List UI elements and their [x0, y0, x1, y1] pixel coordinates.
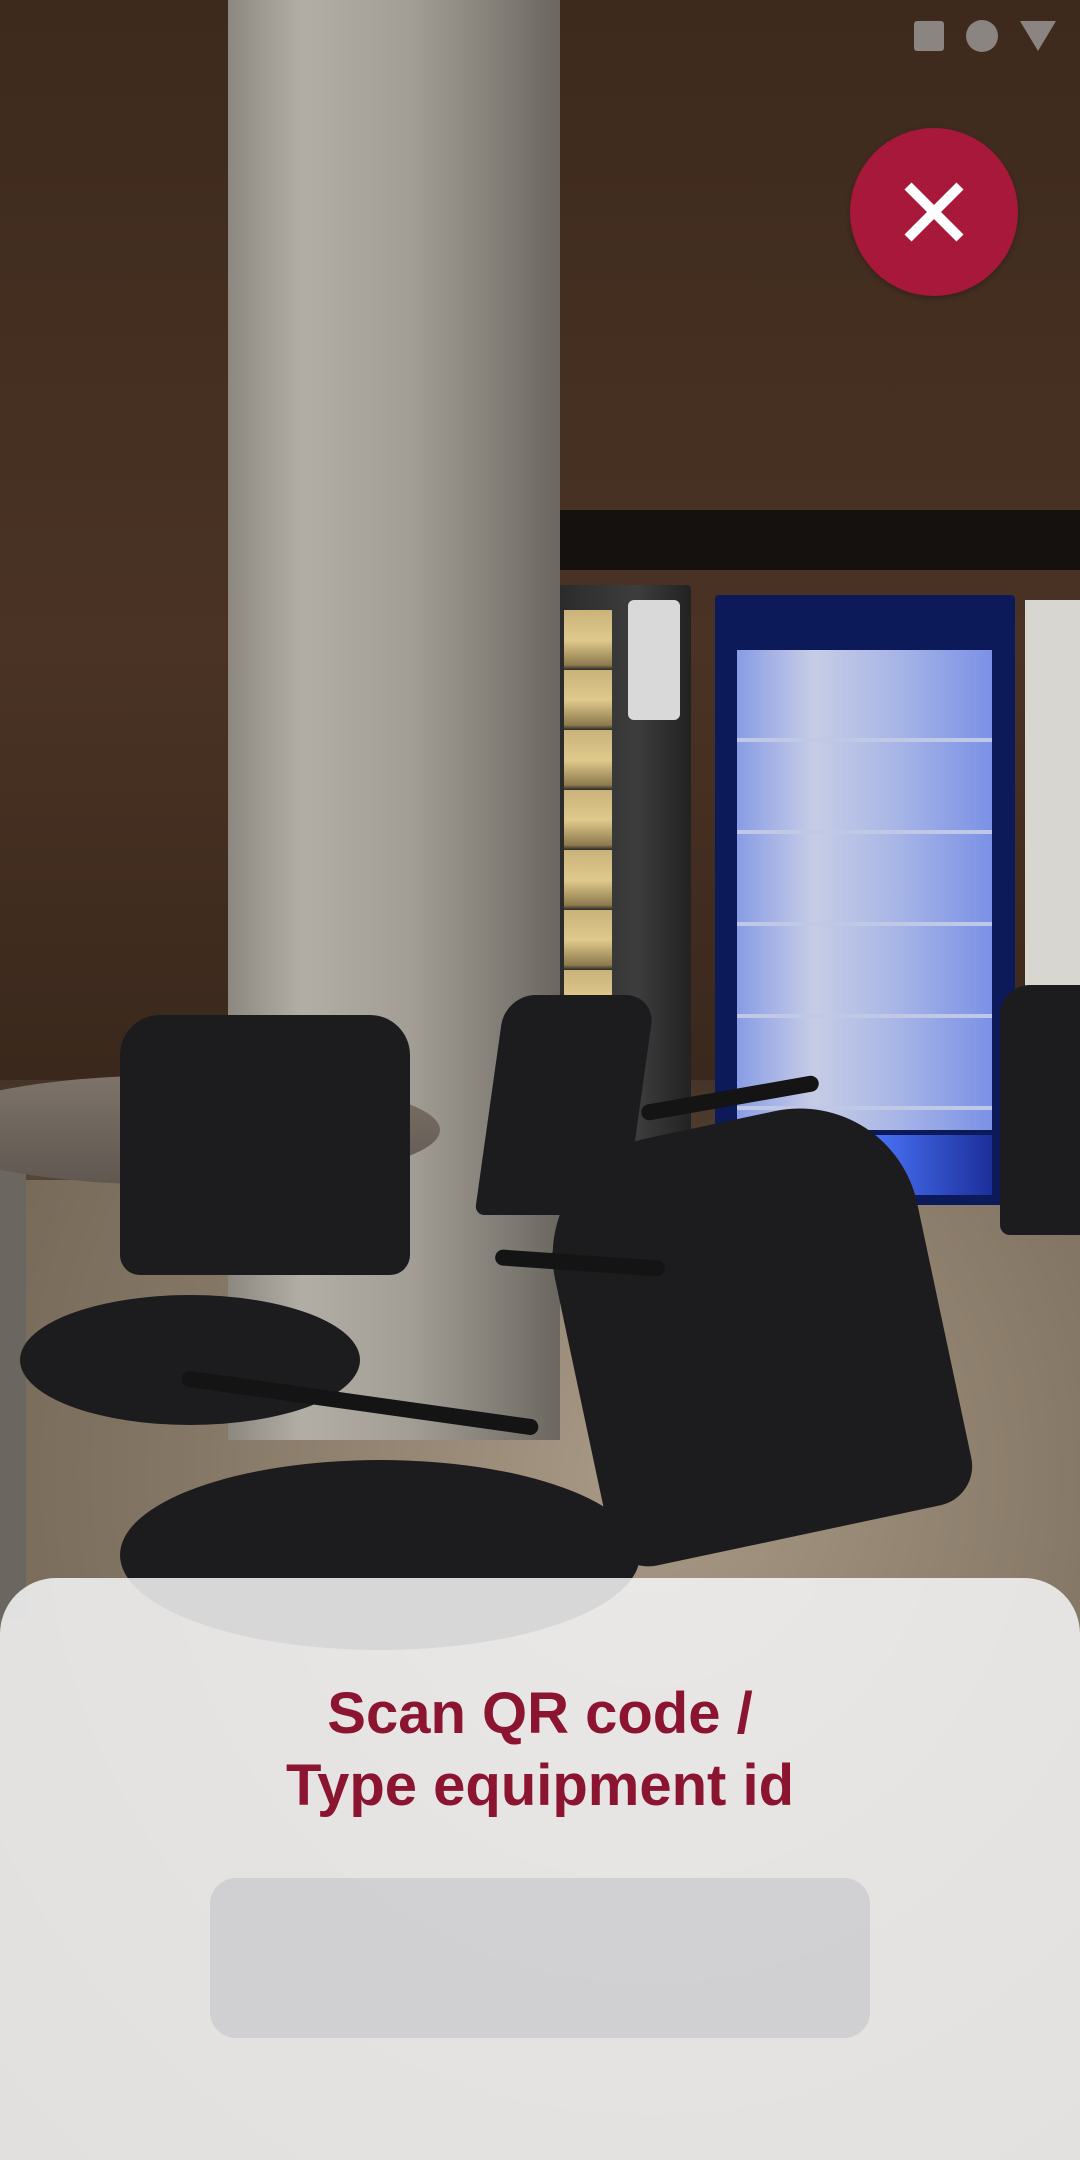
fridge-glass: [737, 650, 992, 1130]
chair-seat: [20, 1295, 360, 1425]
system-nav-icons: [914, 20, 1056, 52]
table-leg: [0, 1160, 26, 1620]
scan-prompt-title: Scan QR code / Type equipment id: [0, 1678, 1080, 1822]
chair-back: [1000, 985, 1080, 1235]
home-circle-icon[interactable]: [966, 20, 998, 52]
back-triangle-icon[interactable]: [1020, 21, 1056, 51]
scan-prompt-line-2: Type equipment id: [285, 1753, 795, 1818]
snack-machine-panel: [628, 600, 680, 720]
bottom-sheet: Scan QR code / Type equipment id: [0, 1578, 1080, 2160]
close-button[interactable]: [850, 128, 1018, 296]
back-counter: [560, 510, 1080, 570]
close-icon: [904, 182, 964, 242]
chair-back: [120, 1015, 410, 1275]
scan-prompt-line-1: Scan QR code /: [327, 1681, 753, 1746]
equipment-id-input[interactable]: [210, 1878, 870, 2038]
recents-square-icon[interactable]: [914, 21, 944, 51]
qr-scanner-screen: Scan QR code / Type equipment id: [0, 0, 1080, 2160]
